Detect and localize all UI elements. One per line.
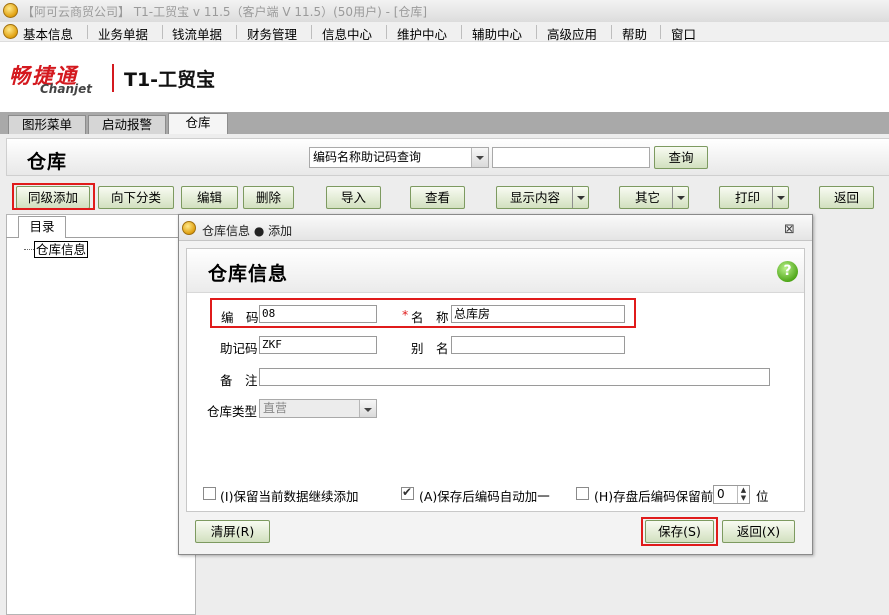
warehouse-type-label: 仓库类型: [207, 404, 258, 419]
mnemonic-input[interactable]: ZKF: [259, 336, 377, 354]
brand-logo-en: Chanjet: [40, 82, 92, 96]
keep-prefix-label: (H)存盘后编码保留前: [594, 489, 714, 504]
clear-button[interactable]: 清屏(R): [195, 520, 270, 543]
search-field-selected: 编码名称助记码查询: [313, 150, 422, 164]
auto-increment-checkbox[interactable]: [401, 485, 414, 500]
remark-input[interactable]: [259, 368, 770, 386]
alias-label: 别 名: [411, 341, 449, 356]
directory-panel: [6, 214, 196, 615]
chevron-down-icon[interactable]: [672, 187, 688, 208]
print-label: 打印: [735, 190, 761, 205]
dialog-form-panel: 仓库信息 ? 编 码 08 * 名 称 总库房 助记码 ZKF 别 名 备 注 …: [186, 248, 805, 512]
menu-info-center[interactable]: 信息中心: [322, 24, 372, 43]
edit-button[interactable]: 编辑: [181, 186, 238, 209]
dialog-titlebar: 仓库信息 ● 添加 ⊠: [179, 215, 812, 241]
warehouse-type-value: 直营: [263, 401, 288, 415]
tab-warehouse[interactable]: 仓库: [168, 113, 228, 134]
tab-bar: 图形菜单 启动报警 仓库: [0, 112, 889, 134]
other-label: 其它: [635, 190, 661, 205]
dialog-header: 仓库信息 ?: [187, 249, 804, 293]
menu-bar: 基本信息 业务单据 钱流单据 财务管理 信息中心 维护中心 辅助中心 高级应用 …: [0, 22, 889, 42]
menu-basic-info[interactable]: 基本信息: [23, 24, 73, 43]
help-icon[interactable]: ?: [777, 261, 798, 282]
dialog-back-button[interactable]: 返回(X): [722, 520, 795, 543]
menu-advanced[interactable]: 高级应用: [547, 24, 597, 43]
tab-directory[interactable]: 目录: [18, 216, 66, 238]
product-name: T1-工贸宝: [124, 69, 216, 91]
display-content-label: 显示内容: [510, 190, 561, 205]
keep-data-label: (I)保留当前数据继续添加: [220, 489, 359, 504]
app-icon: [3, 3, 18, 18]
tab-startup-alert[interactable]: 启动报警: [88, 115, 166, 134]
chevron-down-icon[interactable]: [471, 148, 488, 167]
app-menu-icon[interactable]: [3, 24, 18, 39]
logo-area: 畅捷通 Chanjet T1-工贸宝: [0, 42, 889, 112]
menu-maintenance[interactable]: 维护中心: [397, 24, 447, 43]
chevron-down-icon[interactable]: [572, 187, 588, 208]
chevron-down-icon[interactable]: [772, 187, 788, 208]
back-button[interactable]: 返回: [819, 186, 874, 209]
window-titlebar: 【阿可云商贸公司】 T1-工贸宝 v 11.5（客户端 V 11.5）(50用户…: [0, 0, 889, 22]
menu-assist-center[interactable]: 辅助中心: [472, 24, 522, 43]
search-field-select[interactable]: 编码名称助记码查询: [309, 147, 489, 168]
delete-button[interactable]: 删除: [243, 186, 294, 209]
warehouse-dialog: 仓库信息 ● 添加 ⊠ 仓库信息 ? 编 码 08 * 名 称 总库房 助记码 …: [178, 214, 813, 555]
menu-help[interactable]: 帮助: [622, 24, 647, 43]
highlight-add-button: [12, 183, 95, 210]
menu-finance[interactable]: 财务管理: [247, 24, 297, 43]
close-icon[interactable]: ⊠: [784, 222, 795, 237]
page-header: 仓库 编码名称助记码查询 查询: [6, 138, 889, 176]
menu-cashflow-docs[interactable]: 钱流单据: [172, 24, 222, 43]
tab-graphic-menu[interactable]: 图形菜单: [8, 115, 86, 134]
dialog-heading: 仓库信息: [208, 263, 289, 285]
spinner-arrows-icon[interactable]: ▲ ▼: [737, 486, 749, 503]
display-content-button[interactable]: 显示内容: [496, 186, 589, 209]
search-input[interactable]: [492, 147, 650, 168]
remark-label: 备 注: [220, 373, 258, 388]
dialog-app-icon: [182, 221, 196, 235]
other-button[interactable]: 其它: [619, 186, 689, 209]
print-button[interactable]: 打印: [719, 186, 789, 209]
tree-item-warehouse-info[interactable]: 仓库信息: [34, 241, 89, 258]
warehouse-type-select[interactable]: 直营: [259, 399, 377, 418]
keep-prefix-stepper[interactable]: 0 ▲ ▼: [713, 485, 750, 504]
mnemonic-label: 助记码: [220, 341, 258, 356]
query-button[interactable]: 查询: [654, 146, 708, 169]
menu-business-docs[interactable]: 业务单据: [98, 24, 148, 43]
logo-divider: [112, 64, 114, 92]
chevron-down-icon[interactable]: [359, 400, 376, 417]
auto-increment-label: (A)保存后编码自动加一: [419, 489, 550, 504]
highlight-save-button: [641, 517, 718, 546]
view-button[interactable]: 查看: [410, 186, 465, 209]
keep-prefix-value: 0: [717, 487, 725, 501]
alias-input[interactable]: [451, 336, 625, 354]
keep-data-checkbox[interactable]: [203, 487, 216, 500]
menu-window[interactable]: 窗口: [671, 24, 696, 43]
window-title: 【阿可云商贸公司】 T1-工贸宝 v 11.5（客户端 V 11.5）(50用户…: [22, 5, 428, 19]
dialog-title: 仓库信息 ● 添加: [202, 224, 293, 238]
add-sub-category-button[interactable]: 向下分类: [98, 186, 174, 209]
page-title: 仓库: [27, 151, 68, 173]
highlight-code-name: [210, 298, 636, 328]
import-button[interactable]: 导入: [326, 186, 381, 209]
keep-prefix-checkbox[interactable]: [576, 487, 589, 500]
keep-prefix-unit: 位: [756, 489, 769, 504]
